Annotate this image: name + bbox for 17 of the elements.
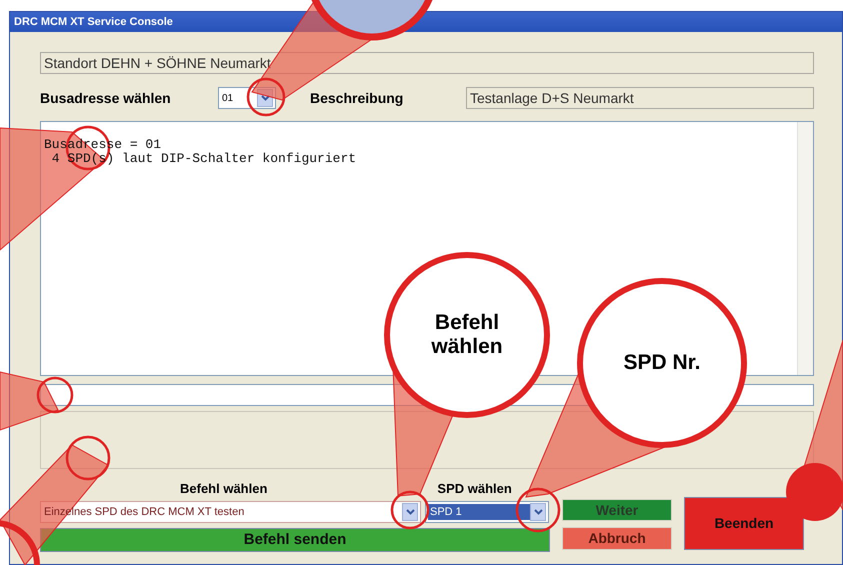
- dropdown-button[interactable]: [402, 503, 418, 521]
- exit-button[interactable]: Beenden: [684, 497, 804, 550]
- field-label: SPD wählen: [437, 480, 512, 498]
- chevron-down-icon: [406, 509, 414, 515]
- location-field: Standort DEHN + SÖHNE Neumarkt: [40, 52, 814, 74]
- spd-dropdown[interactable]: SPD 1: [425, 501, 549, 523]
- field-label: Befehl wählen: [180, 480, 268, 498]
- window-title: DRC MCM XT Service Console: [14, 14, 173, 30]
- scrollbar[interactable]: [797, 122, 813, 375]
- field-label: Busadresse wählen: [40, 88, 172, 108]
- chevron-down-icon: [260, 95, 270, 101]
- description-field: Testanlage D+S Neumarkt: [466, 87, 814, 109]
- dropdown-button[interactable]: [530, 503, 546, 521]
- cancel-button[interactable]: Abbruch: [562, 527, 672, 550]
- send-command-button[interactable]: Befehl senden: [40, 528, 550, 552]
- field-label: Beschreibung: [310, 88, 404, 108]
- chevron-down-icon: [534, 509, 542, 515]
